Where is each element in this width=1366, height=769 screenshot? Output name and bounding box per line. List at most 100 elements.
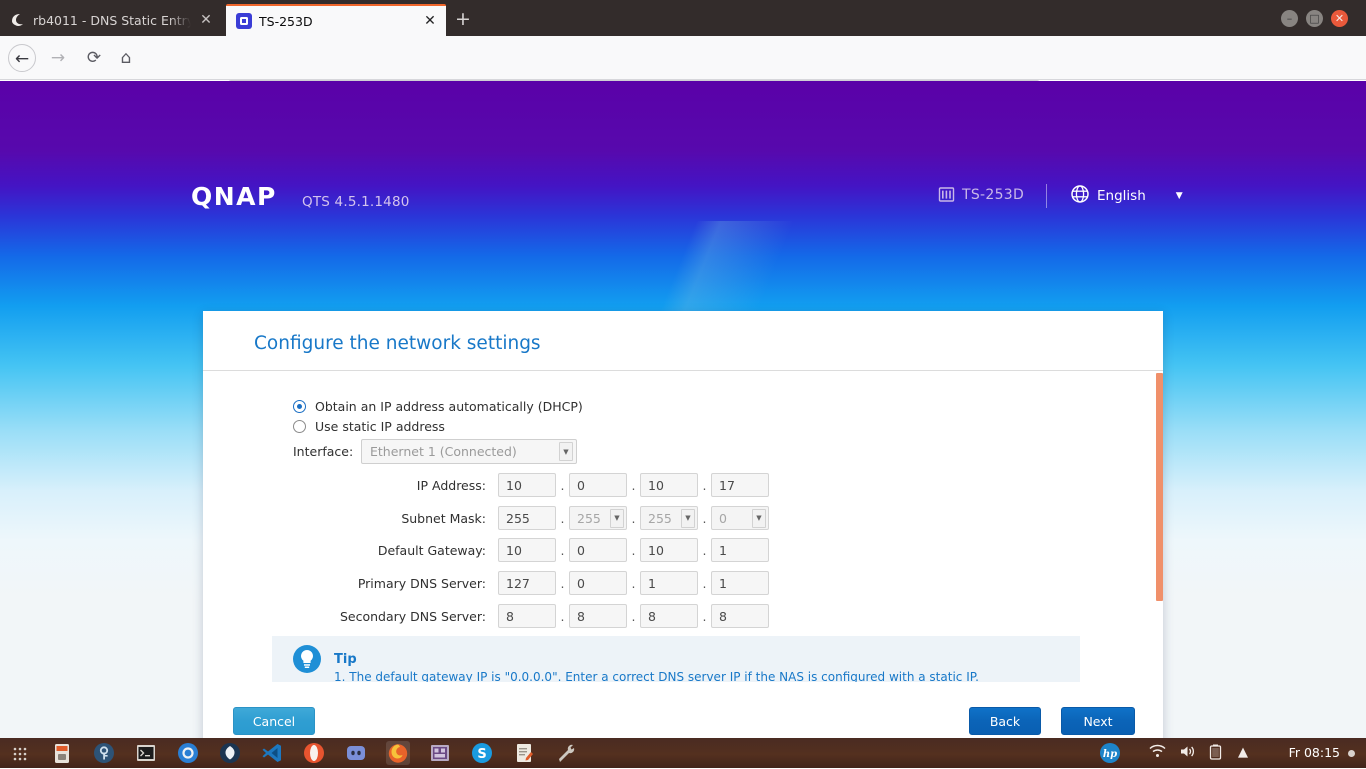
window-minimize-button[interactable]: – xyxy=(1281,10,1298,27)
octet-separator: . xyxy=(631,575,636,591)
close-icon[interactable]: ✕ xyxy=(198,13,214,27)
primary-dns-octet-1[interactable]: 127 xyxy=(498,571,556,595)
minimize-icon: – xyxy=(1286,12,1293,25)
chevron-down-icon[interactable]: ▼ xyxy=(752,508,766,528)
default-gateway-octet-2[interactable]: 0 xyxy=(569,538,627,562)
radio-icon[interactable] xyxy=(293,400,306,413)
brave-icon[interactable] xyxy=(218,741,242,765)
subnet-mask-octet-1[interactable]: 255 xyxy=(498,506,556,530)
interface-value: Ethernet 1 (Connected) xyxy=(370,444,517,459)
close-icon: ✕ xyxy=(1334,12,1345,25)
octet-separator: . xyxy=(702,542,707,558)
chevron-down-icon[interactable]: ▼ xyxy=(681,508,695,528)
ip-address-octet-2[interactable]: 0 xyxy=(569,473,627,497)
discord-icon[interactable] xyxy=(344,741,368,765)
octet-separator: . xyxy=(702,510,707,526)
qts-version-label: QTS 4.5.1.1480 xyxy=(302,194,410,210)
field-label: Primary DNS Server: xyxy=(357,575,486,591)
tip-heading: Tip xyxy=(334,652,357,667)
browser-tab-active[interactable]: TS-253D ✕ xyxy=(226,4,446,36)
subnet-mask-octet-3[interactable]: 255 ▼ xyxy=(640,506,698,530)
back-button[interactable]: Back xyxy=(969,707,1041,735)
ip-address-octet-3[interactable]: 10 xyxy=(640,473,698,497)
tip-box: Tip 1. The default gateway IP is "0.0.0.… xyxy=(272,636,1080,682)
secondary-dns-octet-2[interactable]: 8 xyxy=(569,604,627,628)
terminal-icon[interactable] xyxy=(134,741,158,765)
chevron-down-icon[interactable]: ▼ xyxy=(559,442,573,461)
opera-icon[interactable] xyxy=(302,741,326,765)
browser-tab-title: TS-253D xyxy=(259,13,313,29)
octet-separator: . xyxy=(560,477,565,493)
virt-manager-icon[interactable] xyxy=(428,741,452,765)
ip-address-octet-4[interactable]: 17 xyxy=(711,473,769,497)
default-gateway-octet-1[interactable]: 10 xyxy=(498,538,556,562)
close-icon[interactable]: ✕ xyxy=(422,14,438,28)
qts-setup-wizard-page: QNAP QTS 4.5.1.1480 TS-253D English ▼ ✓ … xyxy=(0,81,1366,738)
secondary-dns-octet-4[interactable]: 8 xyxy=(711,604,769,628)
octet-separator: . xyxy=(631,477,636,493)
new-tab-button[interactable]: + xyxy=(452,9,474,31)
qnap-logo: QNAP xyxy=(191,182,277,211)
skype-icon[interactable]: S xyxy=(470,741,494,765)
vscode-icon[interactable] xyxy=(260,741,284,765)
chevron-down-icon[interactable]: ▼ xyxy=(610,508,624,528)
octet-separator: . xyxy=(702,477,707,493)
text-editor-icon[interactable] xyxy=(512,741,536,765)
field-label: Subnet Mask: xyxy=(401,510,486,526)
subnet-mask-octet-4[interactable]: 0 ▼ xyxy=(711,506,769,530)
taskbar-clock[interactable]: Fr 08:15 xyxy=(1289,745,1340,760)
radio-obtain-ip-automatically[interactable]: Obtain an IP address automatically (DHCP… xyxy=(293,399,583,414)
forward-button[interactable]: → xyxy=(44,44,72,72)
language-label: English xyxy=(1097,188,1146,204)
nas-model-label: TS-253D xyxy=(962,186,1025,203)
radio-label: Use static IP address xyxy=(315,419,445,434)
back-button[interactable]: ← xyxy=(8,44,36,72)
default-gateway-octet-4[interactable]: 1 xyxy=(711,538,769,562)
octet-separator: . xyxy=(631,510,636,526)
interface-select[interactable]: Ethernet 1 (Connected) ▼ xyxy=(361,439,577,464)
panel-scrollbar[interactable] xyxy=(1155,371,1164,696)
subnet-mask-octet-2[interactable]: 255 ▼ xyxy=(569,506,627,530)
octet-separator: . xyxy=(560,575,565,591)
firefox-icon[interactable] xyxy=(386,741,410,765)
field-label: Default Gateway: xyxy=(377,542,486,558)
primary-dns-octet-4[interactable]: 1 xyxy=(711,571,769,595)
radio-use-static-ip[interactable]: Use static IP address xyxy=(293,419,445,434)
show-applications-icon[interactable] xyxy=(8,741,32,765)
home-button[interactable]: ⌂ xyxy=(112,44,140,72)
battery-icon[interactable] xyxy=(1206,744,1224,762)
swirl-icon xyxy=(10,12,26,28)
window-close-button[interactable]: ✕ xyxy=(1331,10,1348,27)
cancel-button[interactable]: Cancel xyxy=(233,707,315,735)
keepassxc-icon[interactable] xyxy=(92,741,116,765)
scrollbar-thumb[interactable] xyxy=(1156,373,1163,601)
next-button[interactable]: Next xyxy=(1061,707,1135,735)
language-selector[interactable]: English ▼ xyxy=(1071,185,1183,207)
chromium-icon[interactable] xyxy=(176,741,200,765)
qnap-icon xyxy=(236,13,252,29)
default-gateway-octet-3[interactable]: 10 xyxy=(640,538,698,562)
nas-icon xyxy=(938,186,955,203)
tip-text: 1. The default gateway IP is "0.0.0.0". … xyxy=(334,670,979,682)
field-row-primary-dns: Primary DNS Server: 127 . 0 . 1 . 1 xyxy=(293,571,835,595)
browser-tab-inactive[interactable]: rb4011 - DNS Static Entry ✕ xyxy=(0,4,222,36)
status-dot-icon xyxy=(1348,750,1355,757)
chevron-down-icon[interactable]: ▼ xyxy=(1176,191,1183,201)
primary-dns-octet-2[interactable]: 0 xyxy=(569,571,627,595)
field-label: Secondary DNS Server: xyxy=(339,608,486,624)
secondary-dns-octet-3[interactable]: 8 xyxy=(640,604,698,628)
hp-icon[interactable]: hp xyxy=(1098,741,1122,765)
primary-dns-octet-3[interactable]: 1 xyxy=(640,571,698,595)
page-title: Configure the network settings xyxy=(254,333,541,354)
settings-icon[interactable] xyxy=(554,741,578,765)
expand-tray-icon[interactable]: ▲ xyxy=(1234,744,1252,762)
window-maximize-button[interactable]: □ xyxy=(1306,10,1323,27)
secondary-dns-octet-1[interactable]: 8 xyxy=(498,604,556,628)
octet-separator: . xyxy=(631,608,636,624)
radio-icon[interactable] xyxy=(293,420,306,433)
ip-address-octet-1[interactable]: 10 xyxy=(498,473,556,497)
files-icon[interactable] xyxy=(50,741,74,765)
wifi-icon[interactable] xyxy=(1148,744,1166,762)
volume-icon[interactable] xyxy=(1178,744,1196,762)
reload-button[interactable]: ⟳ xyxy=(80,44,108,72)
